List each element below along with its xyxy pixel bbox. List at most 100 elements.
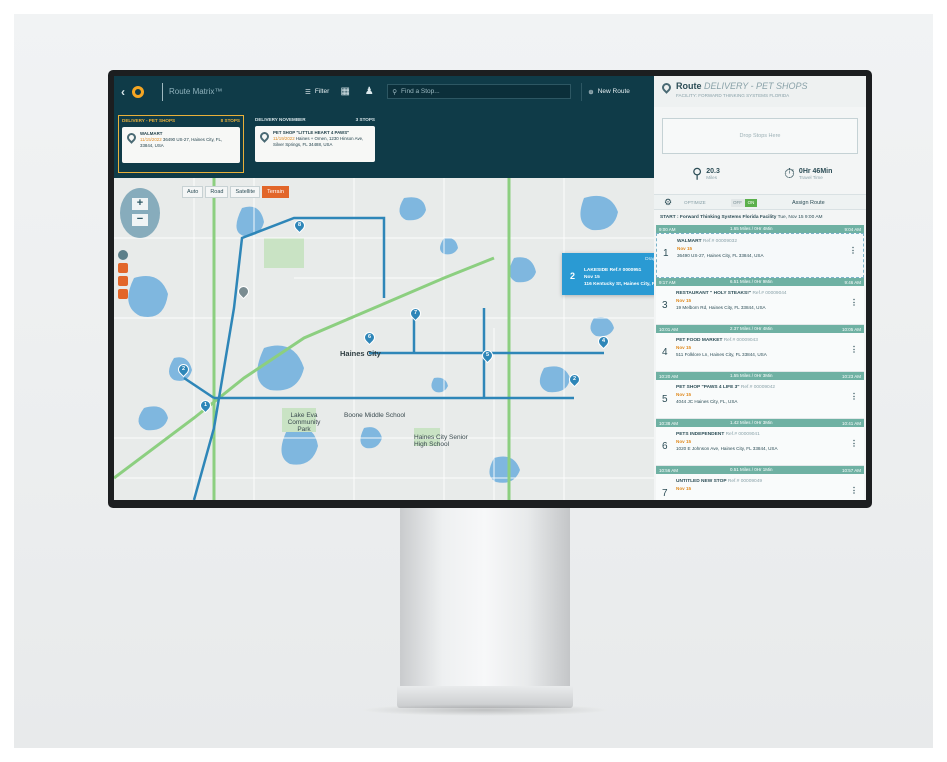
map-label-haines-city: Haines City — [340, 349, 381, 358]
stop-address: 511 Folklore Ln, Haines City, FL 33844, … — [676, 352, 767, 357]
gear-icon[interactable]: ⚙ — [664, 197, 672, 208]
map-label-senior-high: Haines City Senior High School — [414, 434, 468, 448]
stop-title: UNTITLED NEW STOP Ref.# 00009049 — [676, 479, 763, 484]
route-card-delivery-pet-shops[interactable]: DELIVERY - PET SHOPS 8 STOPS WALMART 11/1… — [118, 115, 244, 173]
travel-segment: 10:20 AM 1.55 Miles / 0Hr 3Min 10:23 AM — [656, 372, 864, 380]
search-input[interactable]: ⚲ Find a Stop... — [387, 84, 572, 99]
stop-number: 4 — [662, 347, 668, 358]
start-text: START : Forward Thinking Systems Florida… — [660, 215, 777, 220]
stop-title: PET FOOD MARKET Ref.# 00009043 — [676, 338, 758, 343]
stop-date: 11/19/2022 — [273, 135, 295, 141]
travel-segment: 9:00 AM 1.65 Miles / 0Hr 4Min 9:04 AM — [656, 225, 864, 233]
stop-item[interactable]: 1 WALMART Ref.# 00009032 Nov 15 36490 US… — [656, 233, 864, 278]
divider — [162, 82, 163, 101]
settings-icon[interactable] — [118, 250, 128, 260]
stop-date: Nov 15 — [677, 246, 693, 251]
stop-date: Nov 15 — [676, 486, 692, 491]
stop-number: 5 — [662, 394, 668, 405]
stop-item[interactable]: 5 PET SHOP "PAWS 4 LIFE 3" Ref.# 0000904… — [656, 380, 864, 419]
back-icon[interactable]: ‹ — [114, 85, 132, 99]
route-stats: ⚲ 20.3 Miles ⏱ 0Hr 46Min Travel Time — [654, 165, 866, 191]
stop-title: WALMART Ref.# 00009032 — [677, 239, 737, 244]
stand-shadow — [360, 704, 610, 716]
zoom-out-button[interactable]: − — [132, 214, 148, 226]
time-stat: ⏱ 0Hr 46Min Travel Time — [784, 165, 832, 182]
map-label-boone-middle: Boone Middle School — [344, 412, 406, 419]
more-options-icon[interactable]: ⋮ — [849, 246, 857, 255]
miles-label: Miles — [706, 174, 717, 180]
facility-label: FACILITY: FORWARD THINKING SYSTEMS FLORI… — [676, 93, 790, 98]
more-options-icon[interactable]: ⋮ — [850, 486, 858, 495]
location-pin-icon — [258, 130, 271, 143]
map-type-satellite[interactable]: Satellite — [230, 186, 261, 198]
monitor-stand — [400, 505, 570, 690]
route-name: DELIVERY NOVEMBER — [255, 117, 306, 122]
new-route-icon: ⊕ — [588, 88, 594, 96]
more-options-icon[interactable]: ⋮ — [850, 392, 858, 401]
stop-title: PET SHOP "PAWS 4 LIFE 3" Ref.# 00009042 — [676, 385, 776, 390]
more-options-icon[interactable]: ⋮ — [850, 298, 858, 307]
time-value: 0Hr 46Min — [798, 167, 833, 175]
route-name-title: DELIVERY - PET SHOPS — [704, 81, 808, 91]
zoom-in-button[interactable]: + — [132, 198, 148, 210]
stop-date: Nov 15 — [676, 298, 692, 303]
assign-route-button[interactable]: Assign Route — [792, 200, 825, 206]
stop-number: 6 — [662, 441, 668, 452]
stop-address: 19 Melborn Rd, Haines City, FL 33844, US… — [676, 305, 766, 310]
miles-stat: ⚲ 20.3 Miles — [692, 165, 720, 182]
stop-number: 7 — [662, 488, 668, 499]
route-distance-icon: ⚲ — [692, 165, 703, 181]
location-pin-icon — [125, 131, 138, 144]
travel-segment: 10:01 AM 2.37 Miles / 0Hr 4Min 10:05 AM — [656, 325, 864, 333]
drivers-icon[interactable]: ♟ — [361, 85, 377, 99]
optimize-toggle[interactable]: OFF ON — [731, 199, 757, 207]
drop-stops-zone[interactable]: Drop Stops Here — [662, 118, 858, 154]
zoom-control: + − — [120, 188, 160, 238]
new-route-button[interactable]: ⊕ New Route — [581, 82, 636, 101]
search-icon: ⚲ — [392, 88, 398, 96]
app-logo — [132, 85, 158, 99]
stop-date: Nov 15 — [676, 345, 692, 350]
filter-button[interactable]: ☰ Filter — [305, 88, 329, 96]
stop-title: PETS INDEPENDENT Ref.# 00009041 — [676, 432, 760, 437]
travel-segment: 10:38 AM 1.42 Miles / 0Hr 3Min 10:41 AM — [656, 419, 864, 427]
miles-value: 20.3 — [706, 167, 720, 175]
stop-item[interactable]: 7 UNTITLED NEW STOP Ref.# 00009049 Nov 1… — [656, 474, 864, 500]
map-canvas — [114, 178, 654, 500]
route-map[interactable]: + − Auto Road Satellite Terrain Haines C… — [114, 178, 654, 500]
sliders-icon: ☰ — [305, 88, 311, 96]
route-label: Route — [676, 81, 702, 91]
stop-address: 36490 US-27, Haines City, FL 33844, USA — [677, 253, 764, 258]
stop-date: 11/15/2022 — [140, 136, 162, 142]
route-card-delivery-november[interactable]: DELIVERY NOVEMBER 3 STOPS PET SHOP "LITTL… — [252, 115, 378, 173]
route-details-panel: Route DELIVERY - PET SHOPS FACILITY: FOR… — [654, 76, 866, 500]
cluster-icon[interactable] — [118, 276, 128, 286]
stop-date: Nov 15 — [676, 439, 692, 444]
more-options-icon[interactable]: ⋮ — [850, 439, 858, 448]
stop-number: 3 — [662, 300, 668, 311]
map-type-terrain[interactable]: Terrain — [262, 186, 289, 198]
route-stop-count: 3 STOPS — [355, 117, 375, 122]
route-stop-count: 8 STOPS — [220, 118, 240, 123]
stop-item[interactable]: 4 PET FOOD MARKET Ref.# 00009043 Nov 15 … — [656, 333, 864, 372]
layers-icon[interactable] — [118, 263, 128, 273]
stop-item[interactable]: 6 PETS INDEPENDENT Ref.# 00009041 Nov 15… — [656, 427, 864, 466]
time-label: Travel Time — [798, 174, 823, 180]
grid-view-icon[interactable]: ▦ — [337, 85, 353, 99]
stopwatch-icon: ⏱ — [784, 165, 795, 181]
stop-item[interactable]: 3 RESTAURANT " HOLY STEAKS!" Ref.# 00009… — [656, 286, 864, 325]
app-title: Route Matrix™ — [169, 87, 223, 96]
pin-icon[interactable] — [118, 289, 128, 299]
more-options-icon[interactable]: ⋮ — [850, 345, 858, 354]
route-first-stop[interactable]: PET SHOP "LITTLE HEART 4 PAWS" 11/19/202… — [255, 126, 375, 162]
map-type-auto[interactable]: Auto — [182, 186, 204, 198]
map-type-road[interactable]: Road — [205, 186, 229, 198]
new-route-label: New Route — [597, 88, 630, 95]
panel-title: Route DELIVERY - PET SHOPS — [676, 81, 858, 91]
optimize-bar: ⚙ OPTIMIZE OFF ON Assign Route — [654, 194, 866, 210]
stop-address: 1020 E Johnson Ave, Haines City, FL 3384… — [676, 446, 778, 451]
route-first-stop[interactable]: WALMART 11/15/2022 36490 US-27, Haines C… — [122, 127, 240, 163]
stop-title: RESTAURANT " HOLY STEAKS!" Ref.# 0000904… — [676, 291, 787, 296]
route-pin-icon — [660, 81, 673, 94]
travel-segment: 10:56 AM 0.51 Miles / 0Hr 1Min 10:57 AM — [656, 466, 864, 474]
